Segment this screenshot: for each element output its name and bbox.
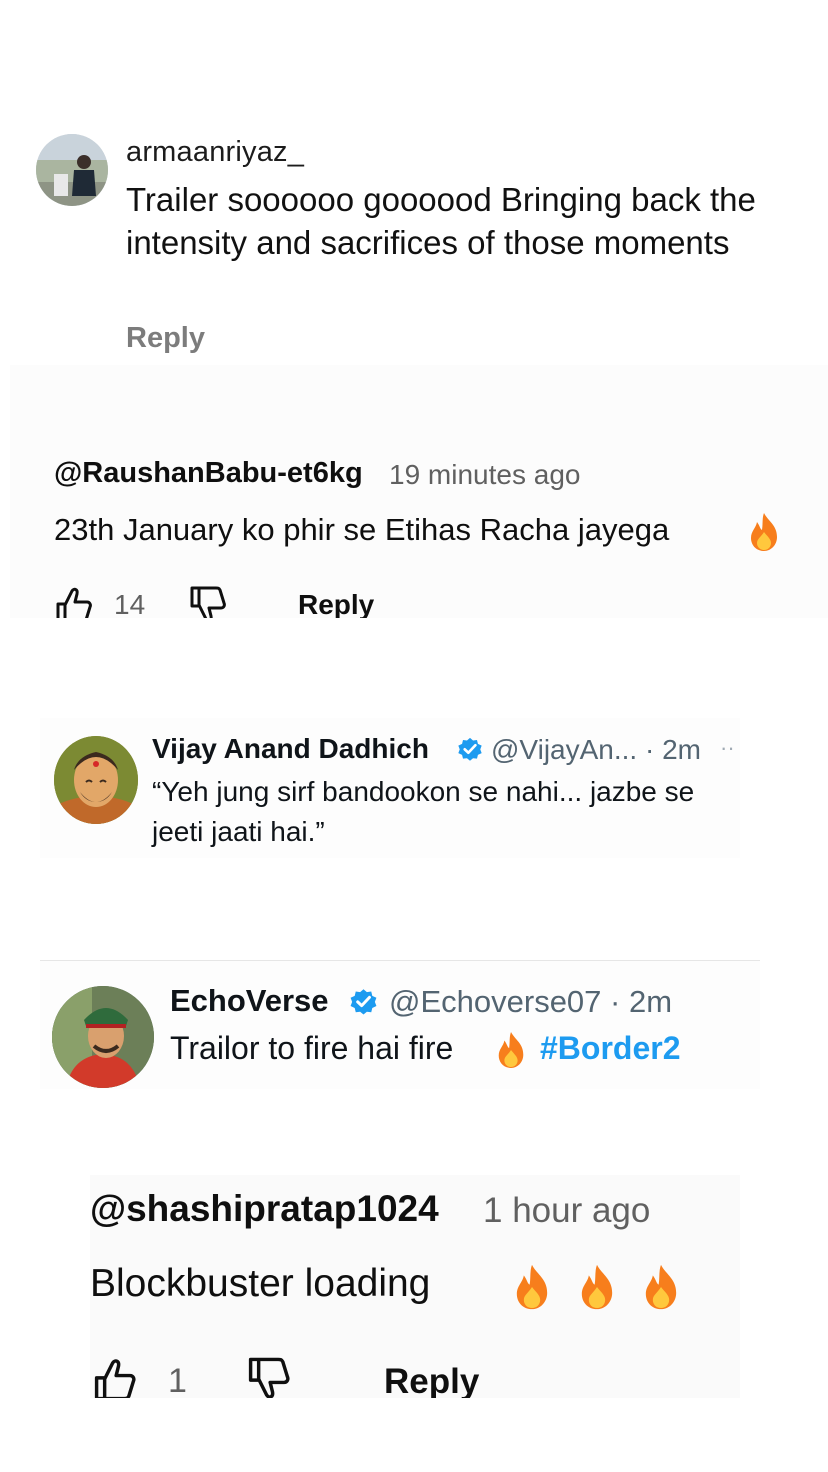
post-text: Trailor to fire hai fire	[170, 1030, 454, 1066]
verified-badge-icon	[456, 735, 484, 763]
fire-emoji	[640, 1262, 682, 1312]
thumbs-down-icon[interactable]	[246, 1356, 292, 1402]
crop-edge	[0, 618, 828, 638]
comment-text: 23th January ko phir se Etihas Racha jay…	[54, 512, 670, 547]
fire-emoji	[511, 1262, 553, 1312]
reply-button[interactable]: Reply	[298, 589, 374, 621]
reply-button[interactable]: Reply	[126, 322, 205, 355]
comment-username[interactable]: @shashipratap1024	[90, 1188, 439, 1230]
hashtag-link[interactable]: #Border2	[540, 1030, 681, 1067]
reply-button[interactable]: Reply	[384, 1362, 479, 1402]
thumbs-up-icon[interactable]	[92, 1356, 138, 1402]
fire-emoji	[746, 512, 782, 552]
comment-username[interactable]: armaanriyaz_	[126, 136, 304, 169]
avatar[interactable]	[52, 986, 154, 1088]
comment-timestamp[interactable]: 1 hour ago	[483, 1191, 650, 1231]
like-count: 1	[168, 1362, 187, 1400]
post-author-name[interactable]: Vijay Anand Dadhich	[152, 733, 429, 765]
comment-username[interactable]: @RaushanBabu-et6kg	[54, 457, 363, 490]
crop-edge	[0, 1398, 828, 1472]
comment-text: Trailer soooooo goooood Bringing back th…	[126, 181, 756, 261]
comment-text: Blockbuster loading	[90, 1262, 431, 1305]
post-author-name[interactable]: EchoVerse	[170, 983, 329, 1019]
avatar[interactable]	[36, 134, 108, 206]
comment-timestamp[interactable]: 19 minutes ago	[389, 459, 580, 491]
verified-badge-icon	[348, 986, 379, 1017]
like-count: 14	[114, 589, 146, 620]
fire-emoji	[576, 1262, 618, 1312]
more-options-icon[interactable]: ··	[720, 735, 735, 761]
post-handle-time[interactable]: @VijayAn... · 2m	[491, 734, 701, 766]
post-handle-time[interactable]: @Echoverse07 · 2m	[389, 984, 672, 1020]
fire-emoji	[494, 1030, 528, 1070]
post-text: “Yeh jung sirf bandookon se nahi... jazb…	[152, 776, 695, 847]
avatar[interactable]	[54, 736, 138, 824]
youtube-comment-card	[10, 365, 828, 620]
